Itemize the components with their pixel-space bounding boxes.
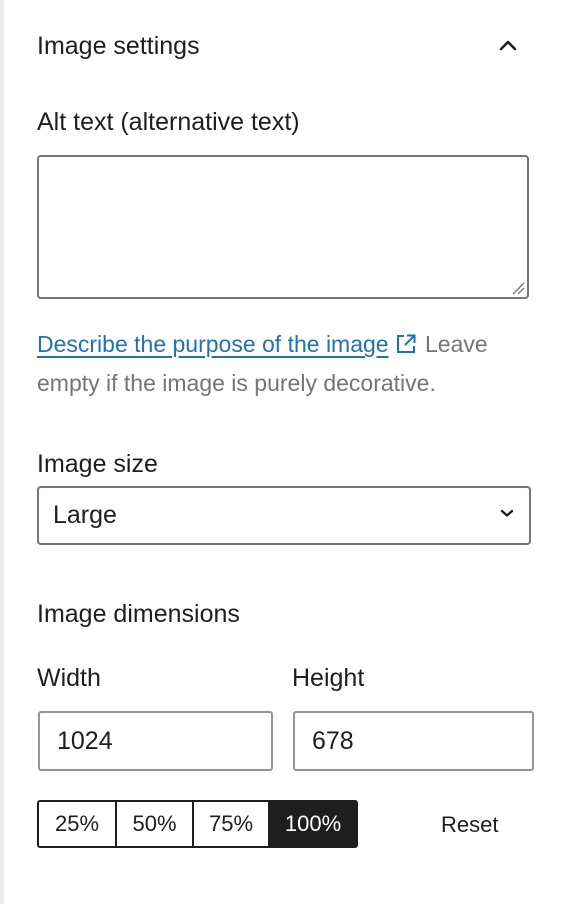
alt-text-input[interactable]: [37, 155, 529, 299]
width-value: 1024: [57, 726, 113, 755]
width-label: Width: [37, 664, 101, 692]
scale-75-button[interactable]: 75%: [192, 802, 268, 846]
external-link-icon: [395, 329, 417, 365]
height-value: 678: [312, 726, 354, 755]
describe-purpose-link[interactable]: Describe the purpose of the image: [37, 331, 389, 357]
image-dimensions-label: Image dimensions: [37, 600, 240, 628]
panel-title: Image settings: [37, 31, 200, 60]
resize-handle-icon[interactable]: [511, 281, 525, 295]
image-size-value: Large: [53, 501, 117, 529]
image-settings-toggle[interactable]: Image settings: [37, 26, 533, 66]
chevron-up-icon[interactable]: [493, 31, 523, 61]
scale-100-button[interactable]: 100%: [268, 802, 356, 846]
height-input[interactable]: 678: [293, 711, 534, 771]
height-label: Height: [292, 664, 365, 692]
reset-button[interactable]: Reset: [441, 808, 498, 842]
sidebar-left-border: [0, 0, 4, 904]
scale-25-button[interactable]: 25%: [39, 802, 115, 846]
percentage-scale-group: 25% 50% 75% 100%: [37, 800, 358, 848]
image-size-select[interactable]: Large: [37, 486, 531, 545]
scale-50-button[interactable]: 50%: [115, 802, 192, 846]
width-input[interactable]: 1024: [38, 711, 273, 771]
chevron-down-icon: [497, 503, 517, 528]
alt-text-help: Describe the purpose of the image Leave …: [37, 326, 533, 401]
alt-text-label: Alt text (alternative text): [37, 108, 300, 136]
image-size-label: Image size: [37, 450, 158, 478]
